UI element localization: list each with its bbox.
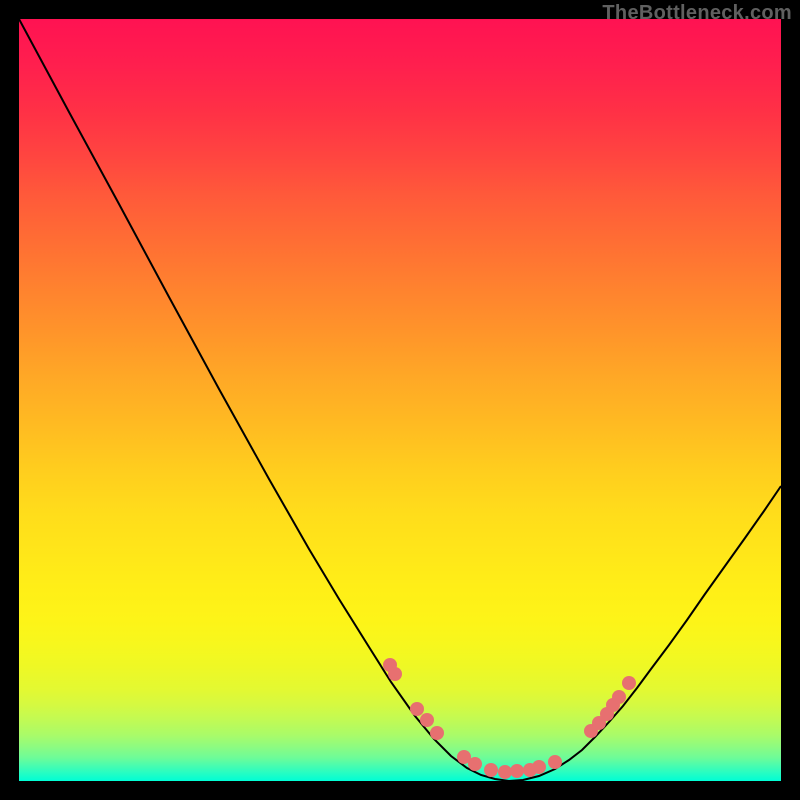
curve-data-point (388, 667, 402, 681)
curve-data-points (383, 658, 636, 779)
watermark-text: TheBottleneck.com (602, 2, 792, 25)
curve-data-point (468, 757, 482, 771)
chart-frame (19, 19, 781, 781)
curve-data-point (510, 764, 524, 778)
curve-data-point (612, 690, 626, 704)
bottleneck-curve-line (19, 19, 781, 781)
curve-data-point (410, 702, 424, 716)
curve-data-point (420, 713, 434, 727)
curve-data-point (532, 760, 546, 774)
curve-data-point (430, 726, 444, 740)
curve-data-point (548, 755, 562, 769)
curve-data-point (622, 676, 636, 690)
bottleneck-curve-plot (19, 19, 781, 781)
curve-data-point (484, 763, 498, 777)
curve-data-point (498, 765, 512, 779)
